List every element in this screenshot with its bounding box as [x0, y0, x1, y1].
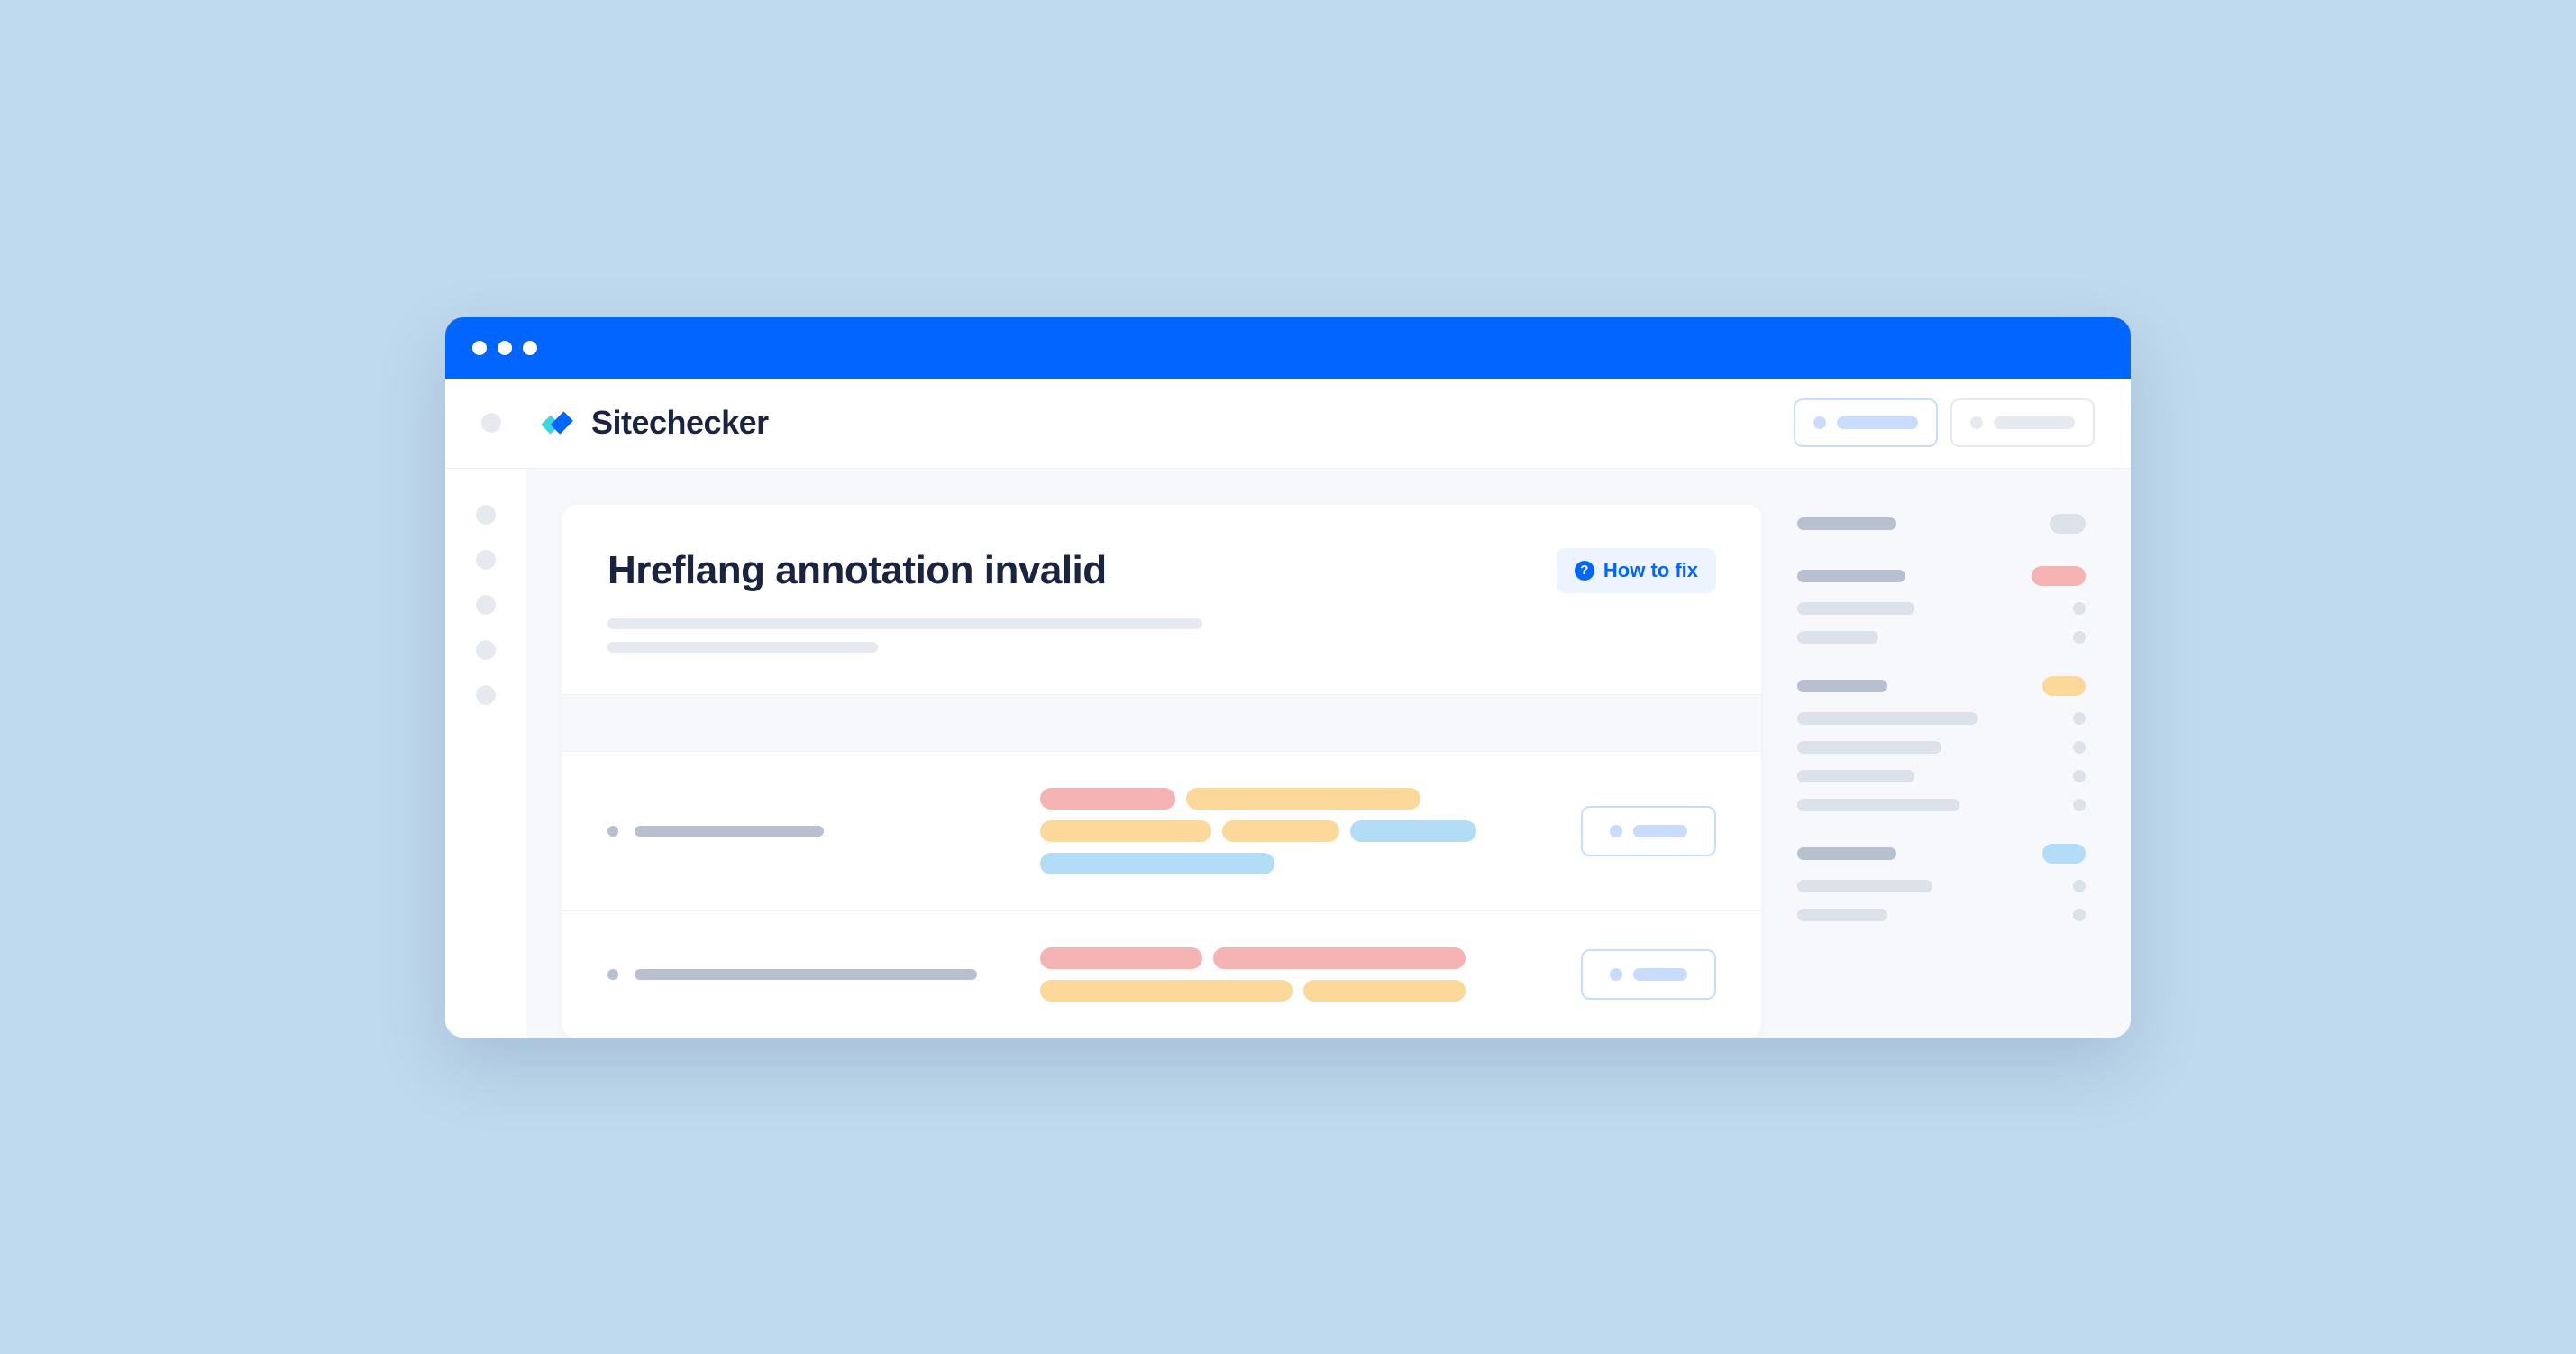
brand-name: Sitechecker	[591, 404, 769, 442]
left-nav-rail	[445, 469, 526, 1038]
view-issue-button[interactable]	[1581, 949, 1716, 1000]
sidebar-count-placeholder	[2073, 631, 2086, 644]
issue-url-placeholder	[635, 969, 977, 980]
issue-row	[562, 911, 1761, 1038]
sidebar-count-placeholder	[2073, 770, 2086, 782]
sidebar-group	[1797, 566, 2086, 644]
issue-tags	[1040, 947, 1545, 1002]
top-bar: Sitechecker	[445, 379, 2131, 469]
tag-placeholder	[1222, 820, 1339, 842]
tag-placeholder	[1040, 820, 1211, 842]
header-primary-button[interactable]	[1794, 398, 1938, 447]
sidebar-item-placeholder[interactable]	[1797, 799, 1959, 811]
sidebar-item-placeholder[interactable]	[1797, 880, 1932, 892]
sidebar-count-placeholder	[2073, 712, 2086, 725]
issue-row	[562, 752, 1761, 911]
sidebar-group	[1797, 676, 2086, 811]
tag-placeholder	[1040, 980, 1293, 1002]
description-placeholder	[607, 642, 878, 653]
view-issue-button[interactable]	[1581, 806, 1716, 856]
nav-item[interactable]	[476, 640, 496, 660]
sidebar-group	[1797, 844, 2086, 921]
right-sidebar	[1797, 505, 2086, 1038]
sidebar-heading-placeholder	[1797, 847, 1896, 860]
issues-card: Hreflang annotation invalid ? How to fix	[562, 505, 1761, 1038]
sidebar-count-placeholder	[2073, 741, 2086, 754]
sidebar-heading-placeholder	[1797, 570, 1905, 582]
sidebar-badge	[2032, 566, 2086, 586]
main-area: Hreflang annotation invalid ? How to fix	[526, 469, 2131, 1038]
tag-placeholder	[1040, 947, 1202, 969]
window-maximize-icon[interactable]	[523, 341, 537, 355]
nav-item[interactable]	[476, 505, 496, 525]
sidebar-badge	[2050, 514, 2086, 534]
sidebar-count-placeholder	[2073, 880, 2086, 892]
nav-item[interactable]	[476, 685, 496, 705]
how-to-fix-label: How to fix	[1603, 559, 1698, 582]
nav-item[interactable]	[476, 595, 496, 615]
tag-placeholder	[1213, 947, 1466, 969]
issue-tags	[1040, 788, 1545, 874]
bullet-icon	[607, 826, 618, 837]
sidebar-count-placeholder	[2073, 602, 2086, 615]
help-icon: ?	[1575, 561, 1594, 581]
sidebar-heading-placeholder	[1797, 517, 1896, 530]
issue-url-placeholder	[635, 826, 824, 837]
body: Hreflang annotation invalid ? How to fix	[445, 469, 2131, 1038]
menu-icon[interactable]	[481, 413, 501, 433]
tag-placeholder	[1350, 820, 1476, 842]
sidebar-item-placeholder[interactable]	[1797, 602, 1914, 615]
sidebar-count-placeholder	[2073, 799, 2086, 811]
description-placeholder	[607, 618, 1202, 629]
sidebar-badge	[2042, 844, 2086, 864]
window-titlebar	[445, 317, 2131, 379]
tag-placeholder	[1186, 788, 1420, 810]
sidebar-badge	[2042, 676, 2086, 696]
nav-item[interactable]	[476, 550, 496, 570]
tag-placeholder	[1040, 788, 1175, 810]
sidebar-group	[1797, 514, 2086, 534]
bullet-icon	[607, 969, 618, 980]
sidebar-item-placeholder[interactable]	[1797, 712, 1978, 725]
window-minimize-icon[interactable]	[498, 341, 512, 355]
window-close-icon[interactable]	[472, 341, 487, 355]
card-header: Hreflang annotation invalid ? How to fix	[562, 505, 1761, 694]
tag-placeholder	[1040, 853, 1274, 874]
sidebar-item-placeholder[interactable]	[1797, 741, 1941, 754]
sidebar-count-placeholder	[2073, 909, 2086, 921]
logo-icon	[537, 404, 575, 442]
sidebar-heading-placeholder	[1797, 680, 1887, 692]
sidebar-item-placeholder[interactable]	[1797, 909, 1887, 921]
page-title: Hreflang annotation invalid	[607, 548, 1107, 593]
app-window: Sitechecker Hreflang annotation invalid	[445, 317, 2131, 1038]
tag-placeholder	[1303, 980, 1466, 1002]
section-divider	[562, 694, 1761, 752]
sidebar-item-placeholder[interactable]	[1797, 631, 1878, 644]
sidebar-item-placeholder[interactable]	[1797, 770, 1914, 782]
header-secondary-button[interactable]	[1950, 398, 2095, 447]
how-to-fix-button[interactable]: ? How to fix	[1557, 548, 1716, 593]
